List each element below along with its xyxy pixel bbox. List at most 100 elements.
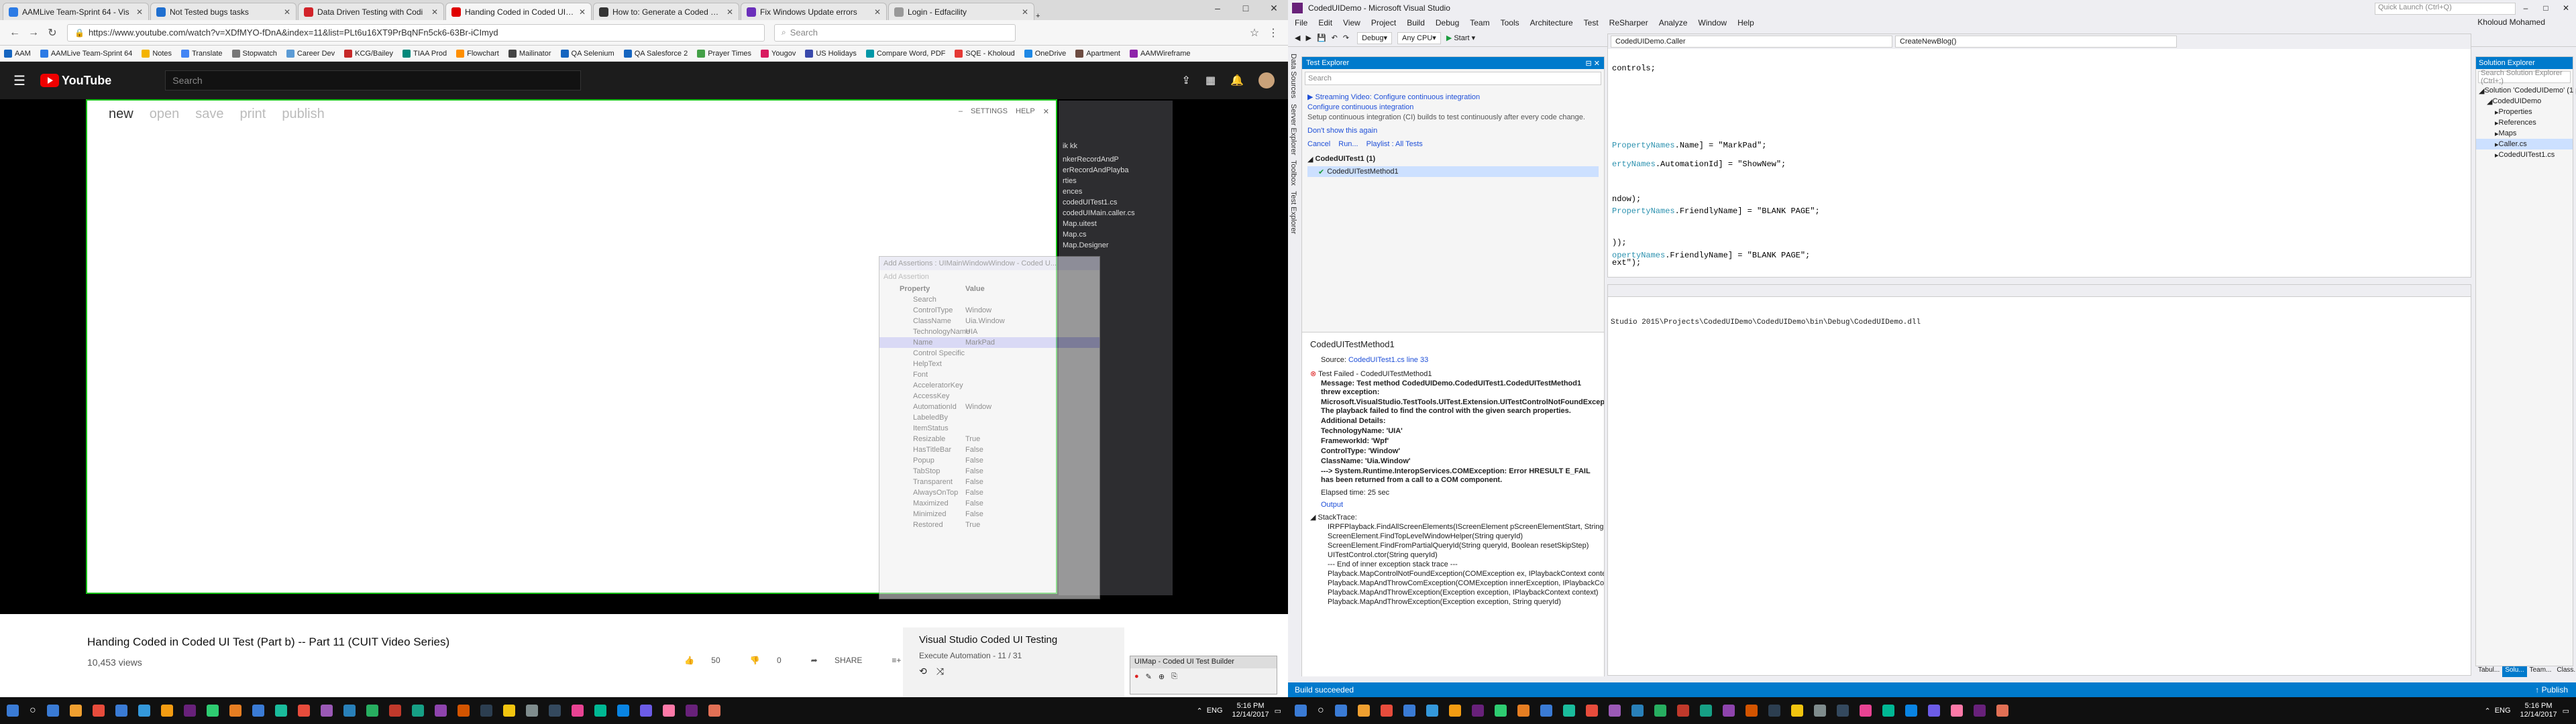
solution-tab[interactable]: Tabul... [2475,666,2502,677]
app-icon[interactable] [1334,705,1347,717]
app-icon[interactable] [1357,705,1370,717]
app-icon[interactable] [1768,705,1780,717]
app-icon[interactable] [1471,705,1484,717]
class-dropdown[interactable]: CodedUIDemo.Caller [1611,36,1892,48]
app-icon[interactable] [639,705,652,717]
app-icon[interactable] [502,705,515,717]
maximize-icon[interactable]: □ [1232,0,1260,16]
app-icon[interactable] [1813,705,1826,717]
menu-item-window[interactable]: Window [1698,18,1727,27]
app-icon[interactable] [206,705,219,717]
ribbon-item-print[interactable]: print [239,107,266,122]
bookmark-item[interactable]: Flowchart [456,49,499,58]
assertion-row[interactable]: AccessKey [879,391,1099,402]
app-icon[interactable] [46,705,59,717]
undo-icon[interactable]: ↶ [1332,34,1338,42]
bookmark-item[interactable]: AAMLive Team-Sprint 64 [40,49,132,58]
up-next-card[interactable]: Visual Studio Coded UI Testing Execute A… [903,627,1124,697]
bookmark-item[interactable]: Notes [142,49,172,58]
tab-close-icon[interactable]: ✕ [431,7,438,17]
menu-item-project[interactable]: Project [1371,18,1396,27]
language-indicator[interactable]: ENG [1207,707,1223,715]
publish-button[interactable]: ↑ Publish [2535,685,2568,695]
source-link[interactable]: CodedUITest1.cs line 33 [1348,356,1428,364]
bell-icon[interactable]: 🔔 [1230,74,1244,87]
app-icon[interactable] [343,705,356,717]
app-icon[interactable] [571,705,584,717]
clock[interactable]: 5:16 PM 12/14/2017 [1232,702,1269,719]
tab-close-icon[interactable]: ✕ [874,7,881,17]
assertion-row[interactable]: TabStop False [879,466,1099,477]
share-button[interactable]: ➦ SHARE [811,656,877,665]
dont-show-link[interactable]: Don't show this again [1307,127,1599,135]
test-group[interactable]: ◢ CodedUITest1 (1) [1307,154,1599,164]
settings-link[interactable]: SETTINGS [971,107,1008,116]
browser-tab[interactable]: How to: Generate a Coded UI Te ✕ [593,3,739,20]
bookmark-item[interactable]: US Holidays [805,49,857,58]
cancel-link[interactable]: Cancel [1307,140,1330,148]
app-icon[interactable] [1585,705,1598,717]
solution-node[interactable]: ▸ CodedUITest1.cs [2476,149,2573,160]
assertion-row[interactable]: ClassName Uia.Window [879,316,1099,326]
close-icon[interactable]: ✕ [1260,0,1288,16]
assertion-row[interactable]: AlwaysOnTop False [879,487,1099,498]
assertion-row[interactable]: Search [879,294,1099,305]
app-icon[interactable] [1654,705,1666,717]
tray-arrow-icon[interactable]: ⌃ [2484,707,2490,715]
solution-node[interactable]: ▸ References [2476,117,2573,128]
app-icon[interactable] [457,705,470,717]
cortana-icon[interactable]: ○ [1318,705,1324,717]
forward-nav-icon[interactable]: ▶ [1305,34,1311,42]
vs-close-icon[interactable]: ✕ [2556,0,2576,16]
app-icon[interactable] [708,705,720,717]
loop-icon[interactable]: ⟲ [919,666,927,677]
assertion-row[interactable]: Restored True [879,520,1099,530]
record-icon[interactable]: ● [1134,672,1139,681]
app-icon[interactable] [480,705,492,717]
browser-tab[interactable]: Data Driven Testing with Codi ✕ [298,3,444,20]
app-icon[interactable] [274,705,287,717]
assertion-row[interactable]: ItemStatus [879,423,1099,434]
window-close-icon[interactable]: ✕ [1043,107,1049,116]
app-icon[interactable] [297,705,310,717]
menu-item-tools[interactable]: Tools [1501,18,1519,27]
new-tab-icon[interactable]: + [1036,12,1040,20]
app-icon[interactable] [548,705,561,717]
menu-item-resharper[interactable]: ReSharper [1609,18,1648,27]
hamburger-icon[interactable]: ☰ [13,72,25,89]
bookmark-item[interactable]: Apartment [1075,49,1120,58]
app-icon[interactable] [434,705,447,717]
app-icon[interactable] [1448,705,1461,717]
help-link[interactable]: HELP [1016,107,1035,116]
ribbon-item-new[interactable]: new [109,107,133,122]
star-icon[interactable]: ☆ [1245,26,1264,40]
assertion-row[interactable]: Name MarkPad [879,337,1099,348]
bookmark-item[interactable]: AAM [4,49,31,58]
save-all-icon[interactable]: 💾 [1317,34,1326,42]
menu-item-edit[interactable]: Edit [1318,18,1332,27]
test-search-input[interactable]: Search [1305,72,1601,85]
app-icon[interactable] [138,705,150,717]
app-icon[interactable] [69,705,82,717]
app-icon[interactable] [1950,705,1963,717]
bookmark-item[interactable]: Mailinator [508,49,551,58]
app-icon[interactable] [183,705,196,717]
app-icon[interactable] [1380,705,1393,717]
apps-icon[interactable]: ▦ [1205,74,1216,87]
member-dropdown[interactable]: CreateNewBlog() [1895,36,2177,48]
assertion-row[interactable]: Resizable True [879,434,1099,444]
solution-node[interactable]: ◢ CodedUIDemo [2476,96,2573,107]
app-icon[interactable] [616,705,629,717]
tab-close-icon[interactable]: ✕ [579,7,586,17]
menu-item-team[interactable]: Team [1470,18,1489,27]
like-button[interactable]: 👍 50 [684,656,735,665]
menu-item-view[interactable]: View [1343,18,1360,27]
app-icon[interactable] [1996,705,2008,717]
app-icon[interactable] [388,705,401,717]
solution-node[interactable]: ▸ Caller.cs [2476,139,2573,149]
app-icon[interactable] [115,705,127,717]
bookmark-item[interactable]: AAMWireframe [1129,49,1191,58]
assertion-row[interactable]: AutomationId Window [879,402,1099,412]
output-link[interactable]: Output [1310,501,1596,509]
bookmark-item[interactable]: KCG/Bailey [344,49,393,58]
